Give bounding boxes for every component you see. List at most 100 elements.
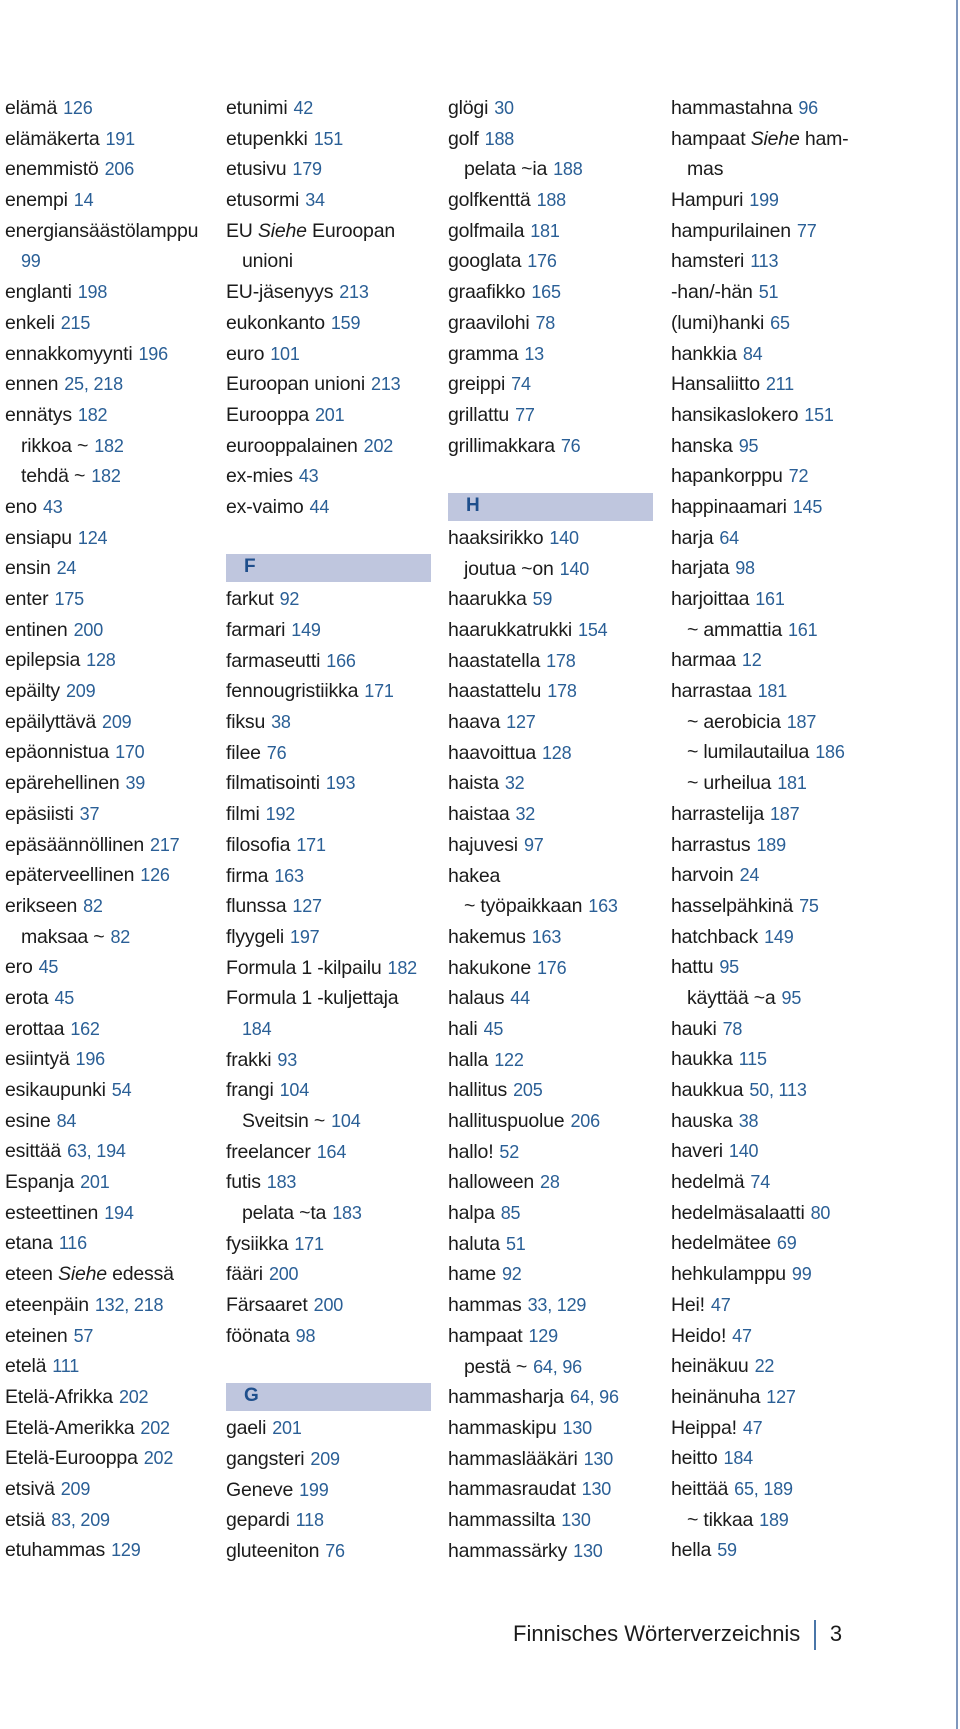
headword: ex-vaimo <box>226 495 304 518</box>
index-entry: flunssa 127 <box>226 891 436 922</box>
page-reference: 171 <box>296 834 326 855</box>
headword: esiintyä <box>5 1048 70 1071</box>
index-entry: entinen 200 <box>5 615 215 646</box>
index-entry: grillattu 77 <box>448 400 658 431</box>
headword: etuhammas <box>5 1539 106 1562</box>
index-entry: esittää 63, 194 <box>5 1136 215 1167</box>
page-reference: 115 <box>738 1049 767 1070</box>
headword: fääri <box>226 1263 263 1286</box>
index-entry: hammasharja 64, 96 <box>448 1382 658 1413</box>
headword: filosofia <box>226 833 291 856</box>
index-entry: haarukka 59 <box>448 584 658 615</box>
index-entry: Etelä-Amerikka 202 <box>5 1413 215 1444</box>
page-reference: 215 <box>60 312 91 333</box>
page-reference: 47 <box>732 1325 752 1346</box>
page-reference: 63, 194 <box>67 1141 126 1162</box>
page-reference: 28 <box>540 1172 560 1193</box>
index-entry: hatchback 149 <box>671 922 886 953</box>
page-reference: 140 <box>728 1141 759 1162</box>
headword: hammaslääkäri <box>448 1447 578 1470</box>
headword: hakea <box>448 864 501 887</box>
index-entry: hedelmäsalaatti 80 <box>671 1198 886 1229</box>
index-entry: esiintyä 196 <box>5 1044 215 1075</box>
page-reference: 209 <box>60 1478 91 1499</box>
page-reference: 188 <box>553 159 583 180</box>
headword: hammassilta <box>448 1508 556 1531</box>
headword: golfmaila <box>448 219 525 242</box>
page-reference: 92 <box>501 1264 522 1285</box>
page-reference: 171 <box>294 1233 324 1254</box>
see-target: Euroopan <box>312 219 395 242</box>
see-target: ham- <box>804 127 849 150</box>
subentry-phrase: maksaa ~ <box>21 925 105 948</box>
headword: greippi <box>448 373 506 396</box>
headword: epäilyttävä <box>5 710 97 733</box>
index-entry: esine 84 <box>5 1106 215 1137</box>
page-reference: 43 <box>298 466 319 487</box>
headword: gepardi <box>226 1509 290 1532</box>
headword: hame <box>448 1263 496 1286</box>
page-reference: 75 <box>799 895 819 916</box>
headword: elämä <box>5 97 58 119</box>
index-column-2: etunimi 42 etupenkki 151 etusivu 179 etusormi 3… <box>226 93 436 1567</box>
page-reference: 145 <box>792 496 823 517</box>
index-entry-continuation: mas <box>671 154 886 185</box>
page-reference: 213 <box>371 374 401 395</box>
index-entry: hakea <box>448 861 658 892</box>
headword: haluta <box>448 1232 500 1255</box>
index-entry: golf 188 <box>448 124 658 155</box>
index-entry: flyygeli 197 <box>226 922 436 953</box>
headword: graavilohi <box>448 311 530 334</box>
page-reference: 72 <box>788 466 809 487</box>
headword: ensin <box>5 557 51 580</box>
page-reference: 170 <box>115 742 145 763</box>
index-subentry: pelata ~ia 188 <box>448 154 658 185</box>
page-reference: 140 <box>559 558 590 579</box>
page-reference: 166 <box>326 650 356 671</box>
page-reference: 199 <box>749 190 779 211</box>
index-entry: Hansaliitto 211 <box>671 369 886 400</box>
headword: heittää <box>671 1477 729 1500</box>
headword: Etelä-Afrikka <box>5 1385 113 1408</box>
page-reference: 39 <box>125 773 146 794</box>
headword: enkeli <box>5 311 55 334</box>
index-entry: hammassärky 130 <box>448 1536 658 1567</box>
index-entry: ero 45 <box>5 952 215 983</box>
index-entry: enemmistö 206 <box>5 154 215 185</box>
headword: frangi <box>226 1079 274 1102</box>
headword: Heido! <box>671 1324 727 1347</box>
headword: hauki <box>671 1017 717 1040</box>
subentry-phrase: Sveitsin ~ <box>242 1110 326 1132</box>
headword: hampurilainen <box>671 219 791 242</box>
page-reference: 99 <box>791 1264 812 1285</box>
index-entry: Etelä-Eurooppa 202 <box>5 1443 215 1474</box>
index-entry: firma 163 <box>226 861 436 892</box>
page-reference: 50, 113 <box>749 1080 807 1100</box>
index-entry: farmaseutti 166 <box>226 646 436 677</box>
index-entry: Hampuri 199 <box>671 185 886 216</box>
page-reference: 178 <box>547 681 577 702</box>
headword: hansikaslokero <box>671 403 799 426</box>
index-entry: epäonnistua 170 <box>5 737 215 768</box>
index-entry: etuhammas 129 <box>5 1535 215 1566</box>
page-reference: 176 <box>527 251 557 272</box>
index-entry: haukkua 50, 113 <box>671 1075 886 1106</box>
index-entry: hehkulamppu 99 <box>671 1259 886 1290</box>
headword: ennätys <box>5 403 72 426</box>
headword: etusivu <box>226 158 287 181</box>
headword: Formula 1 -kuljettaja <box>226 987 399 1010</box>
index-entry: ensiapu 124 <box>5 523 215 554</box>
index-subentry: tehdä ~182 <box>5 461 215 492</box>
subentry-phrase: tehdä ~ <box>21 465 86 488</box>
index-entry: euro 101 <box>226 339 436 370</box>
section-header-f: F <box>226 554 431 583</box>
page-reference: 159 <box>330 312 361 333</box>
headword: erota <box>5 986 49 1009</box>
page-reference: 182 <box>387 957 418 978</box>
page-reference: 43 <box>42 496 63 517</box>
index-entry: enkeli 215 <box>5 308 215 339</box>
index-entry: filmi 192 <box>226 799 436 830</box>
headword: Formula 1 -kilpailu <box>226 956 382 979</box>
page-reference: 193 <box>325 773 356 794</box>
page-reference: 184 <box>723 1448 754 1469</box>
